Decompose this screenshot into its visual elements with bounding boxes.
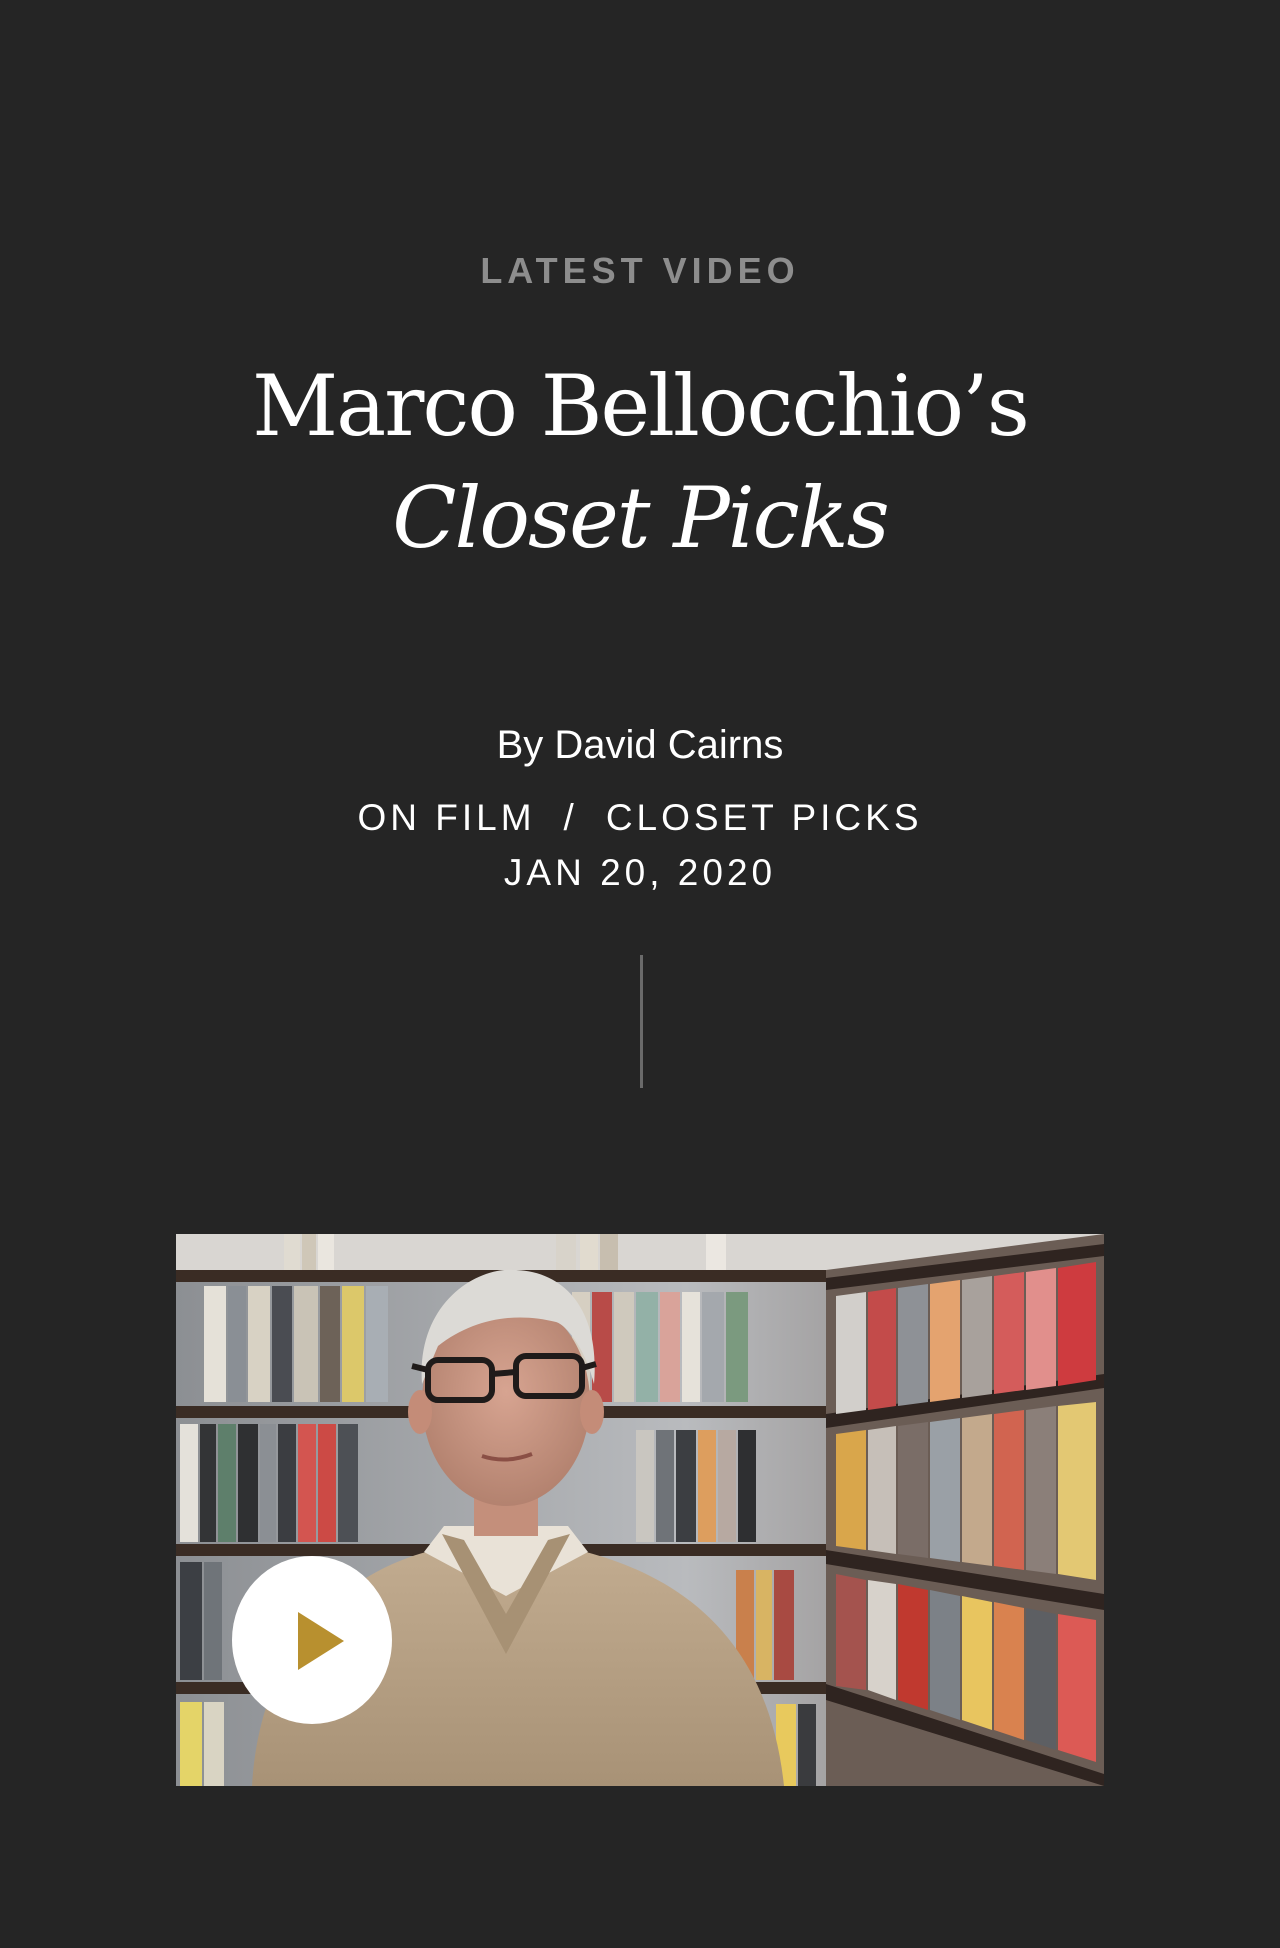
- article-title[interactable]: Marco Bellocchio’s Closet Picks: [140, 350, 1140, 574]
- section-eyebrow: LATEST VIDEO: [480, 250, 800, 291]
- play-button[interactable]: [232, 1556, 392, 1724]
- author-byline[interactable]: By David Cairns: [0, 720, 1280, 770]
- title-line-1[interactable]: Marco Bellocchio’s: [140, 350, 1140, 462]
- publish-date: JAN 20, 2020: [503, 852, 777, 893]
- play-icon: [298, 1612, 344, 1670]
- category-link-closet-picks[interactable]: CLOSET PICKS: [606, 797, 923, 838]
- category-link-on-film[interactable]: ON FILM: [357, 797, 535, 838]
- category-separator: /: [563, 797, 578, 838]
- title-line-2[interactable]: Closet Picks: [140, 462, 1140, 574]
- vertical-divider: [640, 955, 643, 1088]
- category-links: ON FILM / CLOSET PICKS: [0, 793, 1280, 843]
- video-thumbnail[interactable]: [176, 1234, 1104, 1786]
